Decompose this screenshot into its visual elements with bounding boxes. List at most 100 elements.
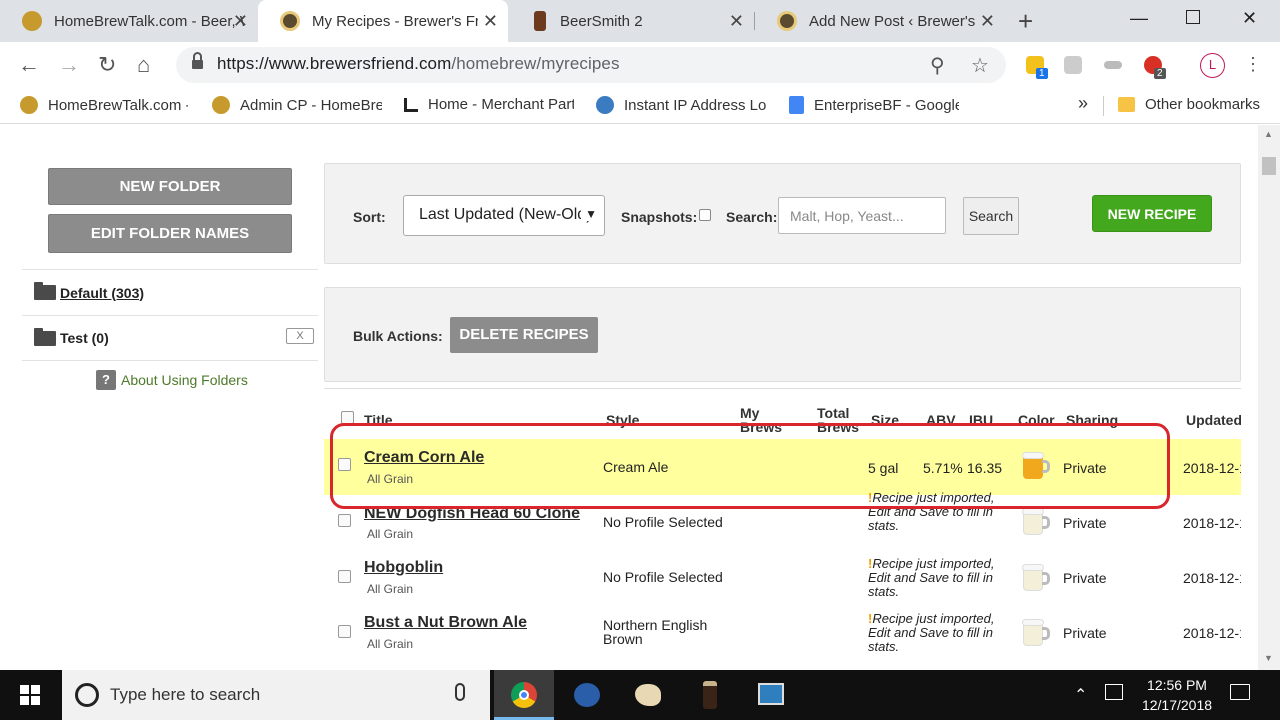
- recipe-import-note: !Recipe just imported, Edit and Save to …: [868, 612, 1013, 654]
- url-text: https://www.brewersfriend.com/homebrew/m…: [217, 54, 620, 74]
- new-folder-button[interactable]: NEW FOLDER: [48, 168, 292, 205]
- tab-my-recipes[interactable]: My Recipes - Brewer's Friend ✕: [258, 0, 508, 42]
- homebrewtalk-favicon-icon: [212, 96, 230, 114]
- search-button[interactable]: Search: [963, 197, 1019, 235]
- action-center-icon[interactable]: [1230, 684, 1250, 700]
- folder-test[interactable]: Test (0) X: [22, 315, 318, 361]
- recipe-search-input[interactable]: Malt, Hop, Yeast...: [778, 197, 946, 234]
- google-docs-icon: [789, 96, 804, 114]
- recipe-row[interactable]: Hobgoblin All Grain No Profile Selected …: [324, 551, 1241, 606]
- url-host: https://www.brewersfriend.com: [217, 54, 452, 73]
- edit-folder-names-button[interactable]: EDIT FOLDER NAMES: [48, 214, 292, 253]
- recipe-title-link[interactable]: Hobgoblin: [364, 559, 443, 577]
- home-icon[interactable]: ⌂: [137, 52, 150, 78]
- beersmith-favicon-icon: [534, 11, 546, 31]
- minimize-icon[interactable]: —: [1130, 8, 1148, 29]
- bookmark-admin-cp[interactable]: Admin CP - HomeBrewTalk: [212, 96, 382, 114]
- sort-select[interactable]: Last Updated (New-Old) ▼: [403, 195, 605, 236]
- folder-icon: [34, 282, 56, 300]
- taskbar-thunderbird-icon[interactable]: [556, 670, 616, 720]
- reload-icon[interactable]: ↻: [98, 52, 116, 78]
- delete-folder-button[interactable]: X: [286, 328, 314, 344]
- folder-default[interactable]: Default (303): [22, 269, 318, 315]
- back-icon[interactable]: ←: [18, 52, 40, 78]
- recipe-type: All Grain: [367, 637, 414, 651]
- recipe-controls-panel: Sort: Last Updated (New-Old) ▼ Snapshots…: [324, 163, 1241, 264]
- windows-start-icon[interactable]: [20, 685, 40, 705]
- bookmark-enterprisebf[interactable]: EnterpriseBF - Google Docs: [789, 96, 959, 114]
- row-checkbox[interactable]: [338, 514, 351, 527]
- row-checkbox[interactable]: [338, 570, 351, 583]
- column-header-updated[interactable]: Updated: [1186, 413, 1241, 427]
- delete-recipes-button[interactable]: DELETE RECIPES: [450, 317, 598, 353]
- homebrewtalk-favicon-icon: [22, 11, 42, 31]
- row-checkbox[interactable]: [338, 625, 351, 638]
- extension-icon[interactable]: [1104, 61, 1122, 69]
- close-tab-icon[interactable]: ✕: [729, 11, 744, 32]
- about-folders-link[interactable]: ? About Using Folders: [96, 370, 248, 390]
- page-scrollbar[interactable]: ▲ ▼: [1258, 125, 1280, 670]
- forward-icon[interactable]: →: [58, 52, 80, 78]
- lock-icon: [192, 52, 203, 70]
- cortana-icon: [75, 683, 99, 707]
- taskbar-beersmith-icon[interactable]: [679, 670, 739, 720]
- bookmark-ip-lookup[interactable]: Instant IP Address Lookup: [596, 96, 766, 114]
- page-canvas: NEW FOLDER EDIT FOLDER NAMES Default (30…: [0, 125, 1258, 670]
- scroll-up-arrow-icon[interactable]: ▲: [1264, 129, 1273, 139]
- taskbar-paint-icon[interactable]: [617, 670, 677, 720]
- recipe-title-link[interactable]: Bust a Nut Brown Ale: [364, 614, 527, 632]
- folder-list: Default (303) Test (0) X: [22, 269, 318, 361]
- recipe-style: No Profile Selected: [603, 514, 723, 530]
- recipe-row[interactable]: Bust a Nut Brown Ale All Grain Northern …: [324, 606, 1241, 661]
- folder-name[interactable]: Default (303): [60, 285, 144, 301]
- beer-color-mug-icon: [1022, 564, 1050, 592]
- tab-homebrewtalk[interactable]: HomeBrewTalk.com - Beer, Wine, Mead, & C…: [0, 0, 258, 42]
- beer-color-mug-icon: [1022, 508, 1050, 536]
- scrollbar-thumb[interactable]: [1262, 157, 1276, 175]
- bookmarks-overflow-button[interactable]: »: [1078, 93, 1088, 114]
- about-folders-label[interactable]: About Using Folders: [121, 372, 248, 388]
- close-tab-icon[interactable]: ✕: [980, 11, 995, 32]
- folder-name[interactable]: Test (0): [60, 330, 109, 346]
- more-menu-icon[interactable]: ⋮: [1244, 54, 1262, 75]
- mug-handle: [1042, 627, 1050, 640]
- close-tab-icon[interactable]: ✕: [233, 11, 248, 32]
- recipe-updated: 2018-12-17: [1183, 460, 1241, 476]
- taskbar-search-box[interactable]: Type here to search: [62, 670, 490, 720]
- brewers-friend-favicon-icon: [777, 11, 797, 31]
- new-tab-icon[interactable]: +: [1018, 6, 1033, 37]
- recipe-updated: 2018-12-17: [1183, 515, 1241, 531]
- beersmith-logo: [703, 681, 717, 709]
- network-icon[interactable]: [1105, 684, 1123, 700]
- other-bookmarks[interactable]: Other bookmarks: [1118, 96, 1260, 113]
- tab-title: My Recipes - Brewer's Friend: [312, 12, 478, 30]
- zoom-search-icon[interactable]: ⚲: [930, 53, 945, 78]
- bookmark-star-icon[interactable]: ☆: [971, 53, 989, 78]
- paint-palette-logo: [635, 684, 661, 706]
- url-path: /homebrew/myrecipes: [451, 54, 620, 73]
- scroll-down-arrow-icon[interactable]: ▼: [1264, 653, 1273, 663]
- profile-avatar[interactable]: L: [1200, 53, 1225, 78]
- bookmark-merchant-partners[interactable]: Home - Merchant Partners: [404, 96, 574, 113]
- note-text: Recipe just imported, Edit and Save to f…: [868, 556, 995, 599]
- taskbar-clock[interactable]: 12:56 PM 12/17/2018: [1137, 675, 1217, 715]
- show-hidden-icons-icon[interactable]: ⌃: [1074, 685, 1087, 705]
- folder-icon: [34, 327, 56, 346]
- taskbar-chrome-icon[interactable]: [494, 670, 554, 720]
- close-window-icon[interactable]: ✕: [1242, 8, 1257, 29]
- extension-icon[interactable]: [1064, 56, 1082, 74]
- maximize-icon[interactable]: [1186, 10, 1200, 24]
- tab-beersmith[interactable]: BeerSmith 2 ✕: [508, 0, 754, 42]
- bookmark-homebrewtalk[interactable]: HomeBrewTalk.com - Beer: [20, 96, 188, 114]
- taskbar-photos-icon[interactable]: [741, 670, 801, 720]
- close-tab-icon[interactable]: ✕: [483, 11, 498, 32]
- new-recipe-button[interactable]: NEW RECIPE: [1092, 195, 1212, 232]
- chart-favicon-icon: [404, 97, 418, 112]
- tab-add-new-post[interactable]: Add New Post ‹ Brewer's Friend ✕: [755, 0, 1005, 42]
- extension-badge: 1: [1036, 68, 1048, 79]
- snapshots-checkbox[interactable]: [699, 209, 711, 221]
- address-bar[interactable]: https://www.brewersfriend.com/homebrew/m…: [176, 47, 1006, 83]
- bookmark-divider: [1103, 96, 1104, 116]
- microphone-icon[interactable]: [455, 683, 465, 701]
- annotation-highlight-ring: [330, 423, 1170, 509]
